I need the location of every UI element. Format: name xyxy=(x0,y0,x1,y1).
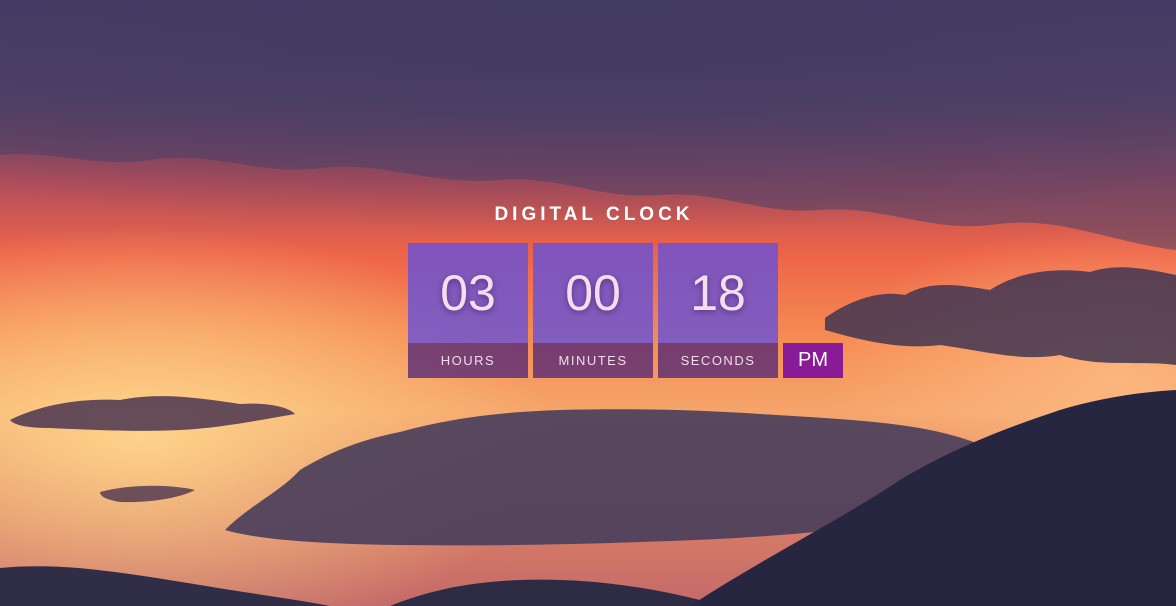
hours-label: HOURS xyxy=(408,343,528,378)
seconds-label: SECONDS xyxy=(658,343,778,378)
seconds-value: 18 xyxy=(658,243,778,343)
seconds-unit: 18 SECONDS xyxy=(658,243,778,378)
hours-unit: 03 HOURS xyxy=(408,243,528,378)
minutes-unit: 00 MINUTES xyxy=(533,243,653,378)
minutes-value: 00 xyxy=(533,243,653,343)
clock-title: DIGITAL CLOCK xyxy=(494,204,694,225)
minutes-label: MINUTES xyxy=(533,343,653,378)
digital-clock: DIGITAL CLOCK 03 HOURS 00 MINUTES 18 SEC… xyxy=(408,203,848,383)
am-pm-badge: PM xyxy=(783,343,843,378)
hours-value: 03 xyxy=(408,243,528,343)
